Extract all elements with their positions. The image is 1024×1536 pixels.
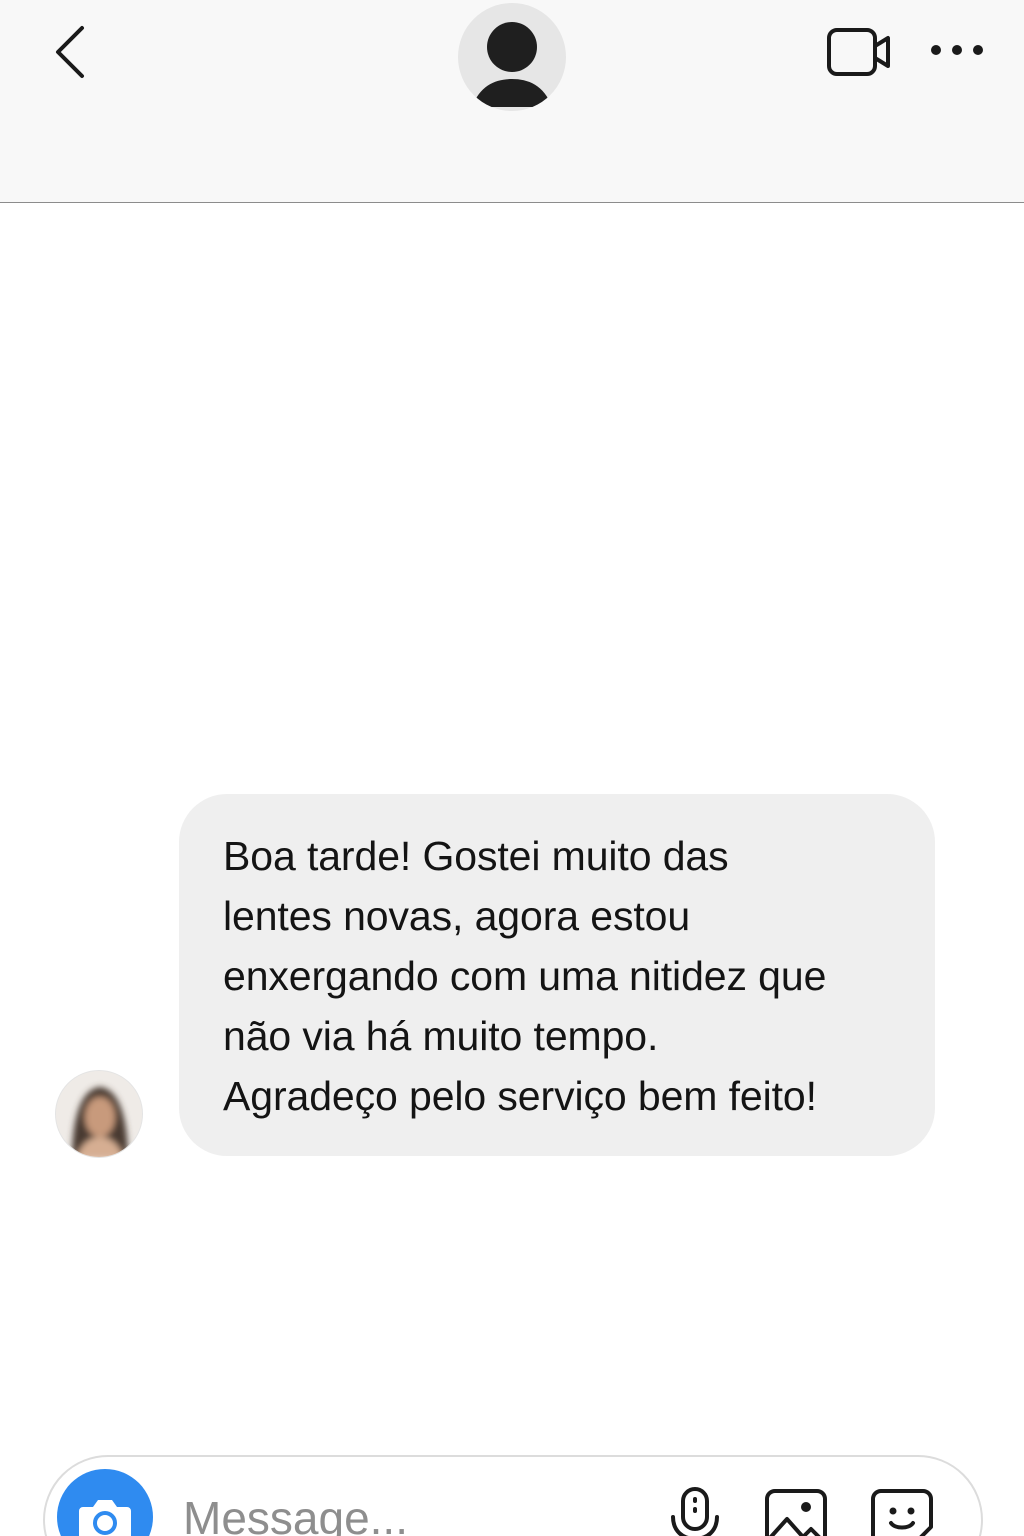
chat-screen: Boa tarde! Gostei muito das lentes novas…: [0, 0, 1024, 1536]
message-input[interactable]: [183, 1483, 623, 1536]
contact-avatar[interactable]: [458, 3, 566, 111]
message-bubble[interactable]: Boa tarde! Gostei muito das lentes novas…: [179, 794, 935, 1156]
chat-header: [0, 0, 1024, 203]
sticker-icon: [871, 1489, 933, 1536]
video-call-button[interactable]: [822, 22, 894, 82]
person-silhouette-icon: [472, 22, 552, 107]
more-options-button[interactable]: [926, 34, 988, 66]
microphone-icon: [671, 1487, 719, 1536]
back-button[interactable]: [48, 20, 96, 84]
sender-avatar[interactable]: [55, 1070, 143, 1158]
camera-button[interactable]: [57, 1469, 153, 1536]
profile-photo: [56, 1071, 142, 1157]
message-thread: Boa tarde! Gostei muito das lentes novas…: [0, 204, 1024, 1454]
voice-message-button[interactable]: [667, 1483, 723, 1536]
gallery-button[interactable]: [763, 1487, 829, 1536]
camera-icon: [79, 1500, 131, 1536]
chevron-left-icon: [56, 26, 84, 78]
sticker-button[interactable]: [869, 1487, 935, 1536]
ellipsis-horizontal-icon: [931, 45, 983, 55]
image-icon: [765, 1489, 827, 1536]
message-text: Boa tarde! Gostei muito das lentes novas…: [223, 833, 827, 1119]
message-composer: [43, 1455, 983, 1536]
video-camera-icon: [827, 28, 890, 76]
